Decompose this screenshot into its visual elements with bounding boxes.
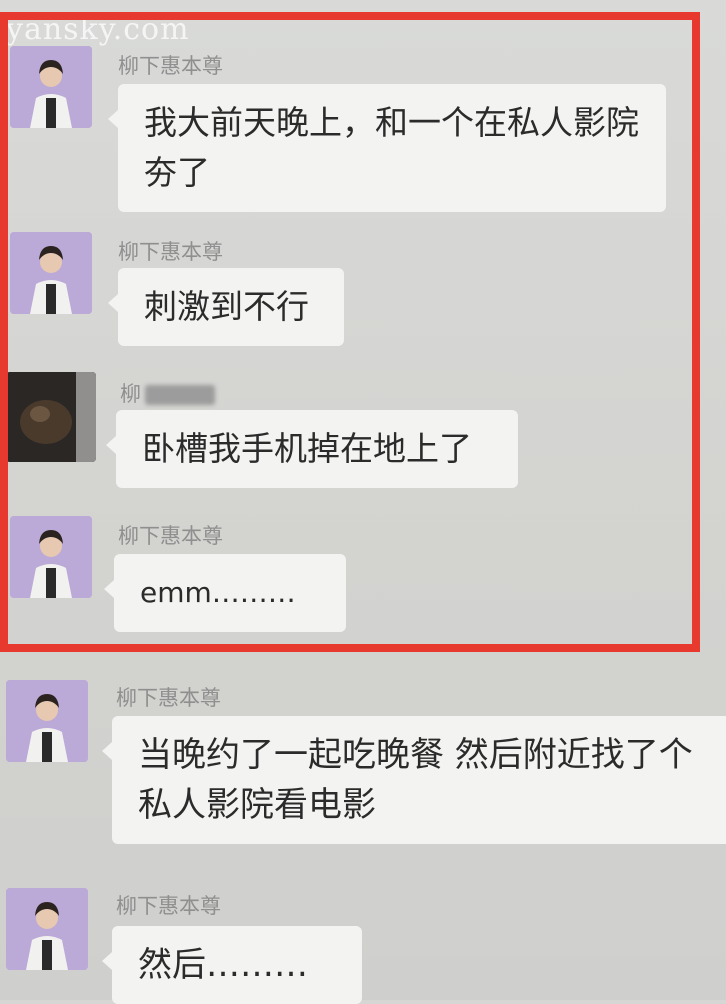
- message-bubble: 然后………: [102, 926, 362, 1004]
- chat-screen: yansky.com 柳下惠本尊 我大前天晚上，和一个在私人影院 夯了 柳下惠本…: [0, 0, 726, 1004]
- sender-name: 柳下惠本尊: [116, 686, 221, 710]
- woman-portrait-icon[interactable]: [6, 680, 88, 762]
- woman-portrait-icon[interactable]: [6, 888, 88, 970]
- message-bubble: 当晚约了一起吃晚餐 然后附近找了个私人影院看电影: [102, 716, 726, 844]
- red-highlight-box: [0, 12, 700, 652]
- sender-name: 柳下惠本尊: [116, 894, 221, 918]
